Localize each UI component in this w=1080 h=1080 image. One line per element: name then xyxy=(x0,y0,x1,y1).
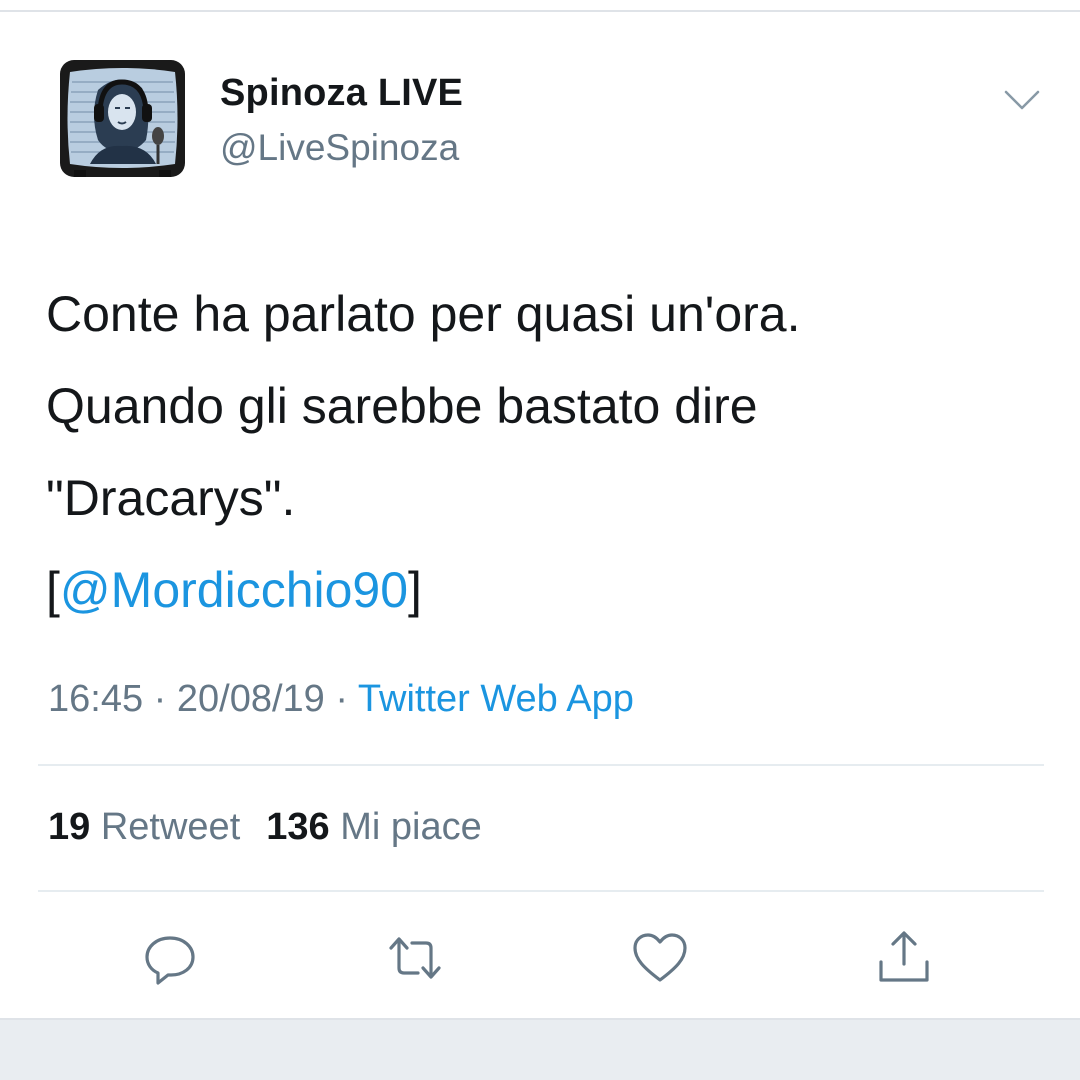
tweet-line-1: Conte ha parlato per quasi un'ora. xyxy=(46,286,801,342)
tweet-line-3: "Dracarys". xyxy=(46,470,296,526)
avatar-image xyxy=(60,60,185,177)
tweet-text: Conte ha parlato per quasi un'ora. Quand… xyxy=(46,268,1046,636)
meta-separator: · xyxy=(143,678,177,720)
tweet-time: 16:45 xyxy=(48,678,144,720)
divider xyxy=(38,764,1044,766)
bottom-bar xyxy=(0,1018,1080,1080)
author-name[interactable]: Spinoza LIVE xyxy=(220,72,463,115)
tweet-source-link[interactable]: Twitter Web App xyxy=(358,678,634,720)
author-handle[interactable]: @LiveSpinoza xyxy=(220,127,459,169)
avatar[interactable] xyxy=(60,60,185,177)
tweet-line-4: [@Mordicchio90] xyxy=(46,544,1046,636)
chevron-down-icon[interactable] xyxy=(1002,86,1042,114)
tweet-detail-screen: Spinoza LIVE @LiveSpinoza Conte ha parla… xyxy=(0,0,1080,1080)
tweet-date: 20/08/19 xyxy=(176,678,325,720)
reply-icon[interactable] xyxy=(140,928,200,988)
retweet-count: 19 xyxy=(48,806,91,848)
tweet-meta: 16:45 · 20/08/19 · Twitter Web App xyxy=(48,678,634,721)
retweet-label: Retweet xyxy=(100,806,241,848)
mention-link[interactable]: @Mordicchio90 xyxy=(60,562,408,618)
mention-bracket-close: ] xyxy=(408,562,422,618)
like-stat[interactable]: 136 Mi piace xyxy=(266,806,481,848)
heart-icon[interactable] xyxy=(630,928,690,988)
share-icon[interactable] xyxy=(874,928,934,988)
like-count: 136 xyxy=(266,806,330,848)
meta-separator: · xyxy=(324,678,358,720)
tweet-stats: 19 Retweet 136 Mi piace xyxy=(48,806,482,849)
mention-bracket-open: [ xyxy=(46,562,60,618)
tweet-line-2: Quando gli sarebbe bastato dire xyxy=(46,378,758,434)
like-label: Mi piace xyxy=(340,806,482,848)
divider xyxy=(38,890,1044,892)
top-divider xyxy=(0,10,1080,12)
retweet-icon[interactable] xyxy=(385,928,445,988)
retweet-stat[interactable]: 19 Retweet xyxy=(48,806,240,848)
